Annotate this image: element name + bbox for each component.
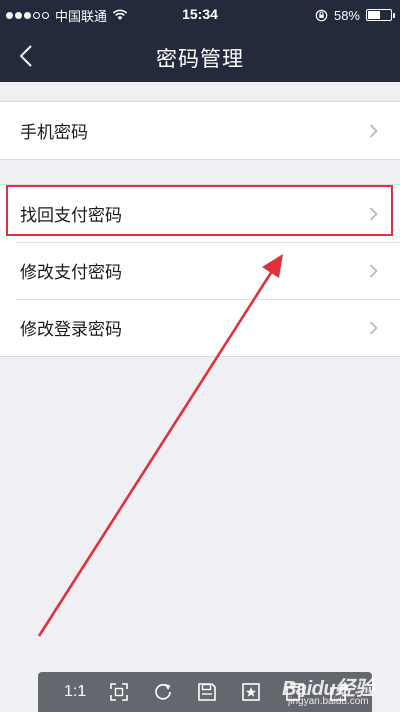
copy-button[interactable] [284, 681, 306, 703]
fit-screen-icon [110, 683, 129, 701]
row-phone-password[interactable]: 手机密码 [0, 102, 400, 159]
chevron-right-icon [369, 263, 378, 278]
star-icon [242, 683, 261, 701]
status-right: 58% [315, 6, 395, 24]
settings-group-phone: 手机密码 [0, 101, 400, 160]
row-change-login-password[interactable]: 修改登录密码 [0, 299, 400, 356]
chevron-right-icon [369, 123, 378, 138]
nav-bar: 密码管理 [0, 30, 400, 82]
battery-fill [368, 11, 380, 19]
favorite-button[interactable] [240, 681, 262, 703]
row-label: 手机密码 [20, 123, 88, 143]
settings-group-payment: 找回支付密码 修改支付密码 修改登录密码 [0, 184, 400, 357]
rotate-button[interactable] [152, 681, 174, 703]
row-label: 修改登录密码 [20, 320, 122, 340]
copy-icon [286, 683, 305, 701]
battery-icon [366, 9, 395, 21]
actual-size-button[interactable]: 1:1 [64, 681, 86, 703]
save-icon [198, 683, 217, 701]
rotate-icon [155, 684, 172, 700]
page-title: 密码管理 [156, 47, 244, 71]
battery-percent: 58% [333, 7, 360, 23]
row-label: 修改支付密码 [20, 263, 122, 283]
chevron-right-icon [369, 320, 378, 335]
rotation-lock-icon [315, 9, 328, 21]
share-button[interactable] [328, 681, 350, 703]
row-change-pay-password[interactable]: 修改支付密码 [0, 242, 400, 299]
save-button[interactable] [196, 681, 218, 703]
share-icon [330, 684, 349, 701]
row-recover-pay-password[interactable]: 找回支付密码 [0, 185, 400, 242]
fit-screen-button[interactable] [108, 681, 130, 703]
row-label: 找回支付密码 [20, 206, 122, 226]
chevron-right-icon [369, 206, 378, 221]
image-viewer-toolbar: 1:1 [38, 672, 372, 712]
status-bar: 中国联通 15:34 58% [0, 0, 400, 30]
